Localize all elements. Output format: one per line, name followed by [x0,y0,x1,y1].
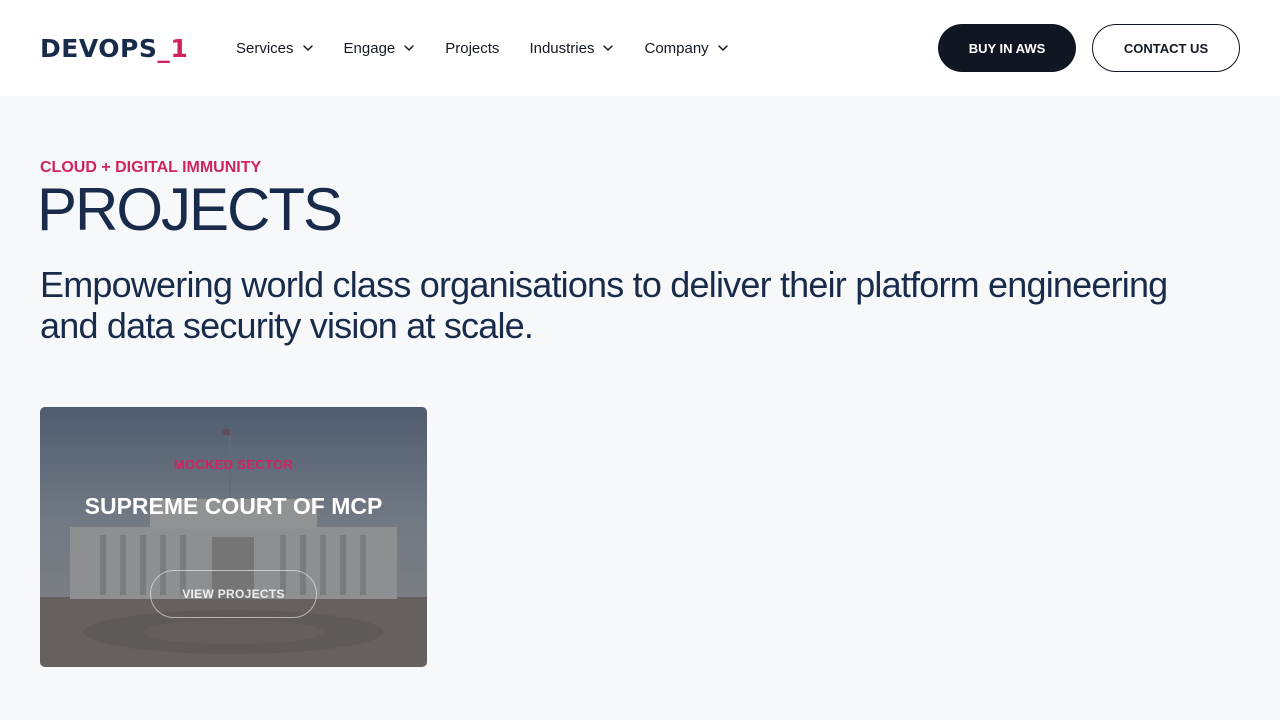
site-header: DEVOPS _1 Services Engage Projects Indust… [0,0,1280,96]
devops1-logo[interactable]: DEVOPS _1 [40,36,188,62]
nav-item-projects[interactable]: Projects [445,40,499,57]
page-title: PROJECTS [37,176,343,243]
nav-item-label: Engage [343,39,396,57]
chevron-down-icon [302,42,314,54]
nav-item-company[interactable]: Company [644,40,728,57]
nav-item-engage[interactable]: Engage [344,40,416,57]
page-lead: Empowering world class organisations to … [40,264,1168,346]
buy-in-aws-button[interactable]: BUY IN AWS [938,24,1076,72]
nav-item-label: Company [644,39,709,57]
nav-item-label: Services [236,39,294,57]
nav-item-label: Industries [529,39,595,57]
card-title: SUPREME COURT OF MCP [84,493,383,519]
chevron-down-icon [602,42,614,54]
main-nav: Services Engage Projects Industries Comp… [236,36,759,60]
view-projects-button[interactable]: VIEW PROJECTS [150,570,317,618]
nav-item-industries[interactable]: Industries [529,40,614,57]
chevron-down-icon [717,42,729,54]
logo-wordmark: DEVOPS [40,34,158,63]
nav-item-services[interactable]: Services [236,40,314,57]
logo-accent: _1 [157,34,189,63]
card-sector: MOCKED SECTOR [173,457,294,472]
project-card[interactable]: MOCKED SECTOR SUPREME COURT OF MCP VIEW … [40,407,427,667]
nav-item-label: Projects [445,39,500,57]
card-overlay [40,407,427,667]
contact-us-button[interactable]: CONTACT US [1092,24,1240,72]
section-eyebrow: CLOUD + DIGITAL IMMUNITY [40,159,262,176]
chevron-down-icon [403,42,415,54]
